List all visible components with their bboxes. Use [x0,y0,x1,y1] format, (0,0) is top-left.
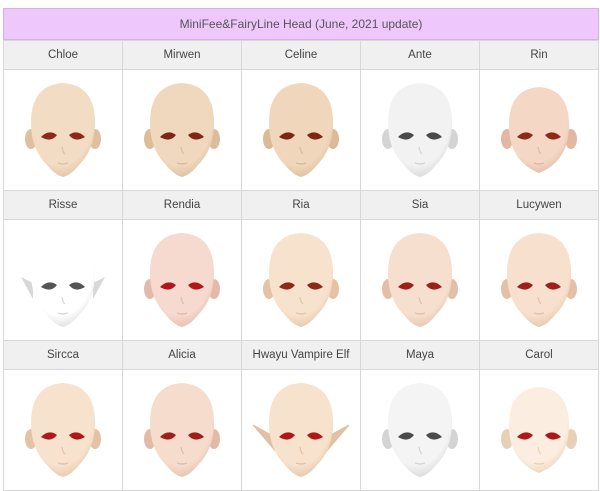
head-grid: Chloe Mirwen Celine Ante Rin Risse Rendia Ria Si… [3,40,599,491]
head-image-cell[interactable] [3,219,123,341]
doll-head-image [21,233,105,327]
head-image-cell[interactable] [479,369,599,491]
head-image-cell[interactable] [241,69,361,191]
head-name-cell: Rendia [122,190,242,220]
image-row [3,219,599,341]
head-image-cell[interactable] [122,69,242,191]
head-name-cell: Sircca [3,340,123,370]
doll-head-image [382,83,458,177]
image-row [3,69,599,191]
doll-head-image [501,233,577,327]
head-name-cell: Hwayu Vampire Elf [241,340,361,370]
head-name-cell: Rin [479,40,599,70]
head-image-cell[interactable] [241,219,361,341]
name-row: Chloe Mirwen Celine Ante Rin [3,40,599,70]
doll-head-image [263,233,339,327]
doll-head-image [144,383,220,477]
doll-head-image [144,233,220,327]
head-name-cell: Carol [479,340,599,370]
doll-head-image [382,233,458,327]
name-row: Sircca Alicia Hwayu Vampire Elf Maya Carol [3,340,599,370]
doll-head-image [144,83,220,177]
doll-head-image [25,83,101,177]
head-name-cell: Alicia [122,340,242,370]
head-name-cell: Ria [241,190,361,220]
head-image-cell[interactable] [360,369,480,491]
head-image-cell[interactable] [241,369,361,491]
head-catalog: MiniFee&FairyLine Head (June, 2021 updat… [3,8,599,491]
head-name-cell: Risse [3,190,123,220]
head-image-cell[interactable] [122,219,242,341]
catalog-title: MiniFee&FairyLine Head (June, 2021 updat… [3,8,599,40]
head-image-cell[interactable] [479,69,599,191]
head-name-cell: Lucywen [479,190,599,220]
head-name-cell: Mirwen [122,40,242,70]
head-name-cell: Chloe [3,40,123,70]
head-image-cell[interactable] [360,219,480,341]
head-name-cell: Sia [360,190,480,220]
doll-head-image [501,387,577,473]
head-name-cell: Celine [241,40,361,70]
head-grid-body: Chloe Mirwen Celine Ante Rin Risse Rendia Ria Si… [3,40,599,491]
head-image-cell[interactable] [3,69,123,191]
doll-head-image [263,83,339,177]
image-row [3,369,599,491]
head-image-cell[interactable] [3,369,123,491]
head-image-cell[interactable] [122,369,242,491]
doll-head-image [25,383,101,477]
head-image-cell[interactable] [360,69,480,191]
name-row: Risse Rendia Ria Sia Lucywen [3,190,599,220]
doll-head-image [382,383,458,477]
doll-head-image [501,87,577,173]
doll-head-image [252,383,350,477]
head-image-cell[interactable] [479,219,599,341]
head-name-cell: Maya [360,340,480,370]
head-name-cell: Ante [360,40,480,70]
